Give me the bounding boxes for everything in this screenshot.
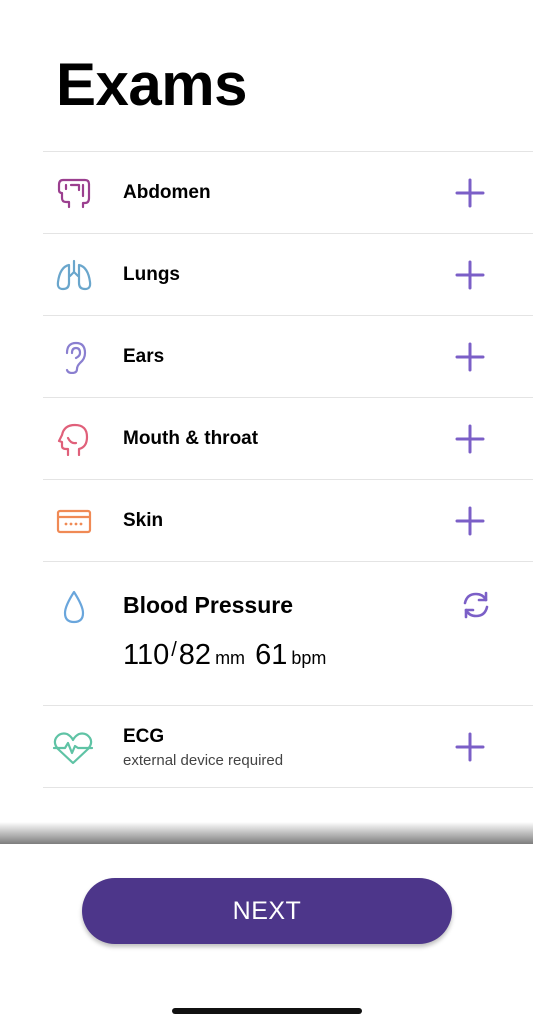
- exam-sublabel-ecg: external device required: [123, 752, 284, 769]
- plus-icon[interactable]: [455, 342, 485, 372]
- exam-row-lungs[interactable]: Lungs: [43, 233, 533, 315]
- exam-label-mouth-throat: Mouth & throat: [123, 428, 259, 449]
- heart-ecg-icon: [52, 732, 94, 765]
- pressure-unit: mm: [215, 648, 246, 668]
- pressure-separator: /: [171, 639, 177, 661]
- refresh-icon[interactable]: [459, 588, 493, 622]
- footer-shadow: [0, 822, 533, 844]
- exam-label-ears: Ears: [123, 346, 165, 367]
- plus-icon[interactable]: [455, 178, 485, 208]
- diastolic-value: 82: [178, 639, 212, 671]
- exam-label-abdomen: Abdomen: [123, 182, 211, 203]
- systolic-value: 110: [123, 639, 170, 671]
- abdomen-icon: [57, 178, 91, 209]
- footer: NEXT: [0, 844, 533, 1024]
- drop-icon: [63, 590, 85, 624]
- exam-label-blood-pressure: Blood Pressure: [123, 592, 293, 618]
- home-indicator: [172, 1008, 362, 1014]
- skin-icon: [56, 509, 92, 534]
- plus-icon[interactable]: [455, 424, 485, 454]
- exam-row-skin[interactable]: Skin: [43, 479, 533, 561]
- next-button[interactable]: NEXT: [82, 878, 452, 944]
- exam-label-skin: Skin: [123, 510, 164, 531]
- exam-row-blood-pressure[interactable]: Blood Pressure 110/82 mm 61 bpm: [43, 561, 533, 705]
- head-icon: [57, 423, 89, 456]
- exam-row-ears[interactable]: Ears: [43, 315, 533, 397]
- lungs-icon: [56, 259, 92, 291]
- exam-row-abdomen[interactable]: Abdomen: [43, 151, 533, 233]
- ear-icon: [65, 341, 87, 374]
- exam-list: Abdomen Lungs Ears Mouth & throat Skin B…: [43, 151, 533, 788]
- exam-label-ecg: ECG: [123, 726, 165, 747]
- plus-icon[interactable]: [455, 260, 485, 290]
- heart-rate-value: 61: [255, 639, 288, 671]
- plus-icon[interactable]: [455, 506, 485, 536]
- heart-rate-unit: bpm: [291, 648, 327, 668]
- plus-icon[interactable]: [455, 732, 485, 762]
- page-title: Exams: [56, 51, 247, 118]
- exam-row-ecg[interactable]: ECG external device required: [43, 705, 533, 788]
- exam-label-lungs: Lungs: [123, 264, 180, 285]
- exam-row-mouth-throat[interactable]: Mouth & throat: [43, 397, 533, 479]
- blood-pressure-readings: 110/82 mm 61 bpm: [123, 639, 336, 672]
